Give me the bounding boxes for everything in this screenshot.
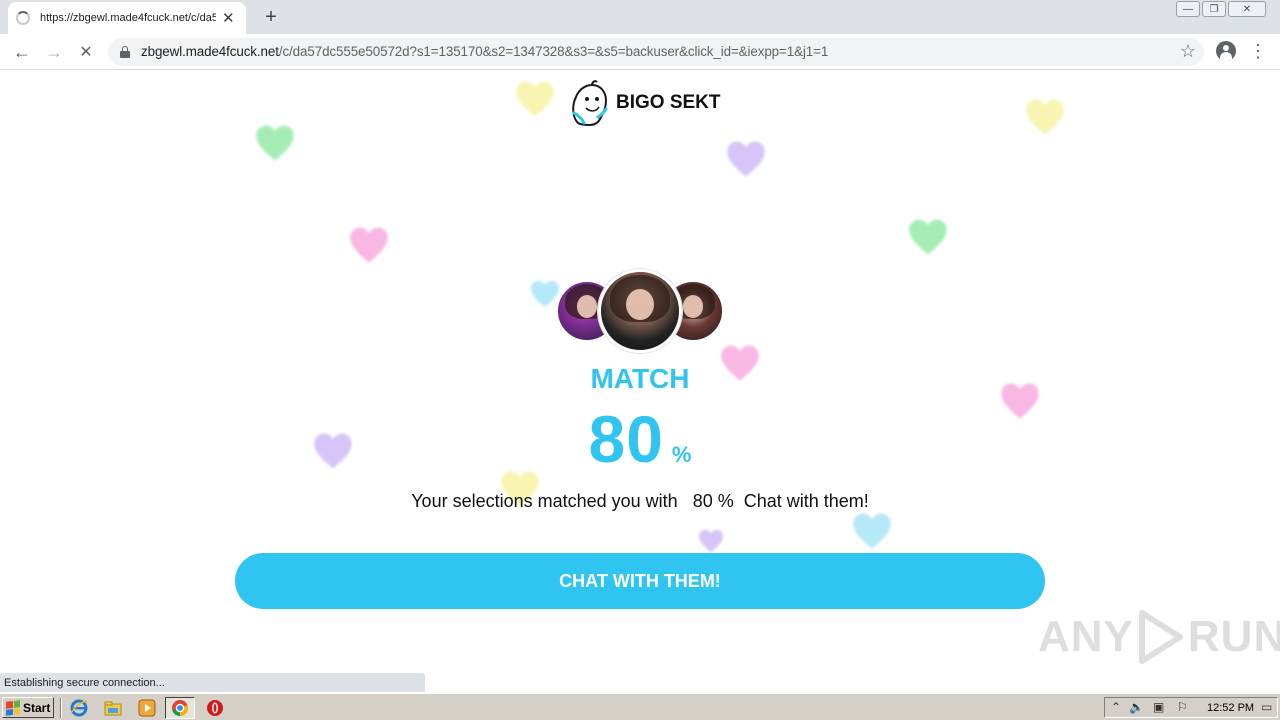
system-tray: ⌃ 🔈 ▣ ⚐ 12:52 PM ▭ (1104, 697, 1278, 718)
taskbar-separator (60, 698, 62, 718)
watermark-text-right: RUN (1187, 612, 1280, 661)
matched-avatars (556, 269, 726, 353)
window-restore-button[interactable]: ❐ (1202, 1, 1226, 17)
url-path: /c/da57dc555e50572d?s1=135170&s2=1347328… (278, 44, 829, 59)
window-close-button[interactable]: ✕ (1228, 1, 1266, 17)
heart-icon (908, 217, 948, 257)
bookmark-star-icon[interactable]: ☆ (1180, 41, 1196, 62)
heart-icon (852, 511, 892, 551)
brand-header: BIGO SEKT (568, 79, 721, 127)
address-bar[interactable]: zbgewl.made4fcuck.net/c/da57dc555e50572d… (108, 38, 1204, 66)
ghost-mascot-icon (572, 80, 608, 127)
browser-tab[interactable]: https://zbgewl.made4fcuck.net/c/da57dc55… (8, 2, 246, 34)
match-percent: 80% (0, 401, 1280, 477)
match-sentence: Your selections matched you with 80 % Ch… (411, 491, 869, 511)
match-percent-value: 80 (588, 402, 664, 476)
windows-flag-icon (6, 699, 20, 716)
window-minimize-button[interactable]: — (1176, 1, 1200, 17)
chat-with-them-button[interactable]: CHAT WITH THEM! (235, 553, 1045, 609)
heart-icon (515, 79, 555, 119)
chrome-taskbar-button[interactable] (165, 697, 195, 719)
windows-taskbar: Start ⌃ 🔈 ▣ ⚐ 12:52 PM ▭ (0, 693, 1280, 720)
chrome-icon (172, 700, 189, 717)
network-icon[interactable]: ▣ (1153, 700, 1164, 714)
loading-spinner-icon (16, 11, 30, 25)
monitor-icon[interactable]: ▭ (1261, 700, 1272, 714)
avatar (598, 269, 682, 353)
anyrun-watermark: ANY RUN (1038, 609, 1280, 665)
web-page: BIGO SEKT MATCH 80% Your selections matc… (0, 71, 1280, 691)
new-tab-button[interactable]: + (260, 5, 282, 29)
tab-close-icon[interactable]: ✕ (222, 11, 235, 26)
stop-button[interactable]: ✕ (74, 40, 98, 64)
heart-icon (1025, 97, 1065, 137)
file-explorer-icon[interactable] (104, 699, 122, 717)
back-button[interactable]: ← (10, 40, 34, 64)
start-button[interactable]: Start (2, 697, 54, 718)
tab-strip: https://zbgewl.made4fcuck.net/c/da57dc55… (0, 0, 1280, 34)
forward-button[interactable]: → (42, 40, 66, 64)
play-logo-icon (1138, 610, 1183, 664)
match-percent-sign: % (671, 442, 692, 467)
internet-explorer-icon[interactable] (70, 699, 88, 717)
window-controls: — ❐ ✕ (1176, 1, 1266, 17)
brand-name: BIGO SEKT (616, 92, 721, 113)
heart-icon (255, 123, 295, 163)
browser-toolbar: ← → ✕ zbgewl.made4fcuck.net/c/da57dc555e… (0, 34, 1280, 70)
taskbar-clock[interactable]: 12:52 PM (1207, 702, 1254, 714)
opera-icon[interactable] (206, 699, 224, 717)
media-player-icon[interactable] (138, 699, 156, 717)
browser-menu-icon[interactable]: ⋮ (1248, 40, 1268, 62)
heart-icon (349, 225, 389, 265)
profile-avatar-icon[interactable] (1216, 41, 1236, 61)
arrow-up-icon[interactable]: ⌃ (1111, 700, 1121, 714)
heart-icon (693, 529, 729, 553)
url-text[interactable]: zbgewl.made4fcuck.net/c/da57dc555e50572d… (141, 44, 828, 59)
start-label: Start (23, 700, 51, 715)
browser-status-bar: Establishing secure connection... (0, 673, 425, 692)
url-host: zbgewl.made4fcuck.net (141, 44, 279, 59)
match-title: MATCH (590, 363, 690, 394)
flag-icon[interactable]: ⚐ (1177, 700, 1188, 714)
tab-title: https://zbgewl.made4fcuck.net/c/da57dc55… (40, 12, 216, 24)
speaker-icon[interactable]: 🔈 (1129, 700, 1144, 714)
watermark-text-left: ANY (1038, 612, 1134, 661)
heart-icon (726, 139, 766, 179)
lock-icon[interactable] (120, 46, 130, 58)
